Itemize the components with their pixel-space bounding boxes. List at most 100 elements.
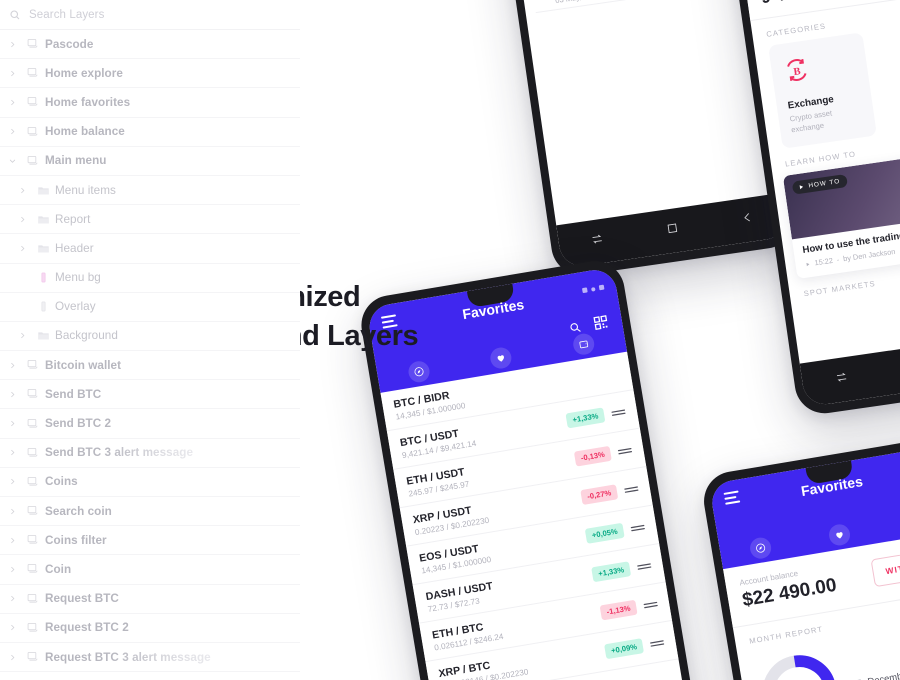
phone-mockup-balance: Favorites Account balance $22 490.00 WIT… (699, 434, 900, 680)
howto-badge: HOW TO (791, 174, 849, 195)
chevron-right-icon[interactable] (4, 653, 21, 662)
layer-row-request-btc-3-alert-message[interactable]: Request BTC 3 alert message (0, 643, 300, 673)
layer-row-header[interactable]: Header (0, 234, 300, 264)
chevron-down-icon[interactable] (4, 156, 21, 165)
transaction-row[interactable]: Recieve BTC03 May, 13:01+ 0.0715 BTC+ $6… (530, 0, 743, 14)
month-selector[interactable]: December (853, 668, 900, 680)
chevron-right-icon[interactable] (4, 594, 21, 603)
compass-icon[interactable] (407, 359, 432, 384)
layer-row-send-btc-2[interactable]: Send BTC 2 (0, 409, 300, 439)
layer-row-pascode[interactable]: Pascode (0, 30, 300, 60)
heart-icon[interactable] (827, 522, 853, 547)
artboard-icon (21, 66, 45, 80)
change-percent-badge: +0,05% (584, 522, 625, 544)
rectangle-gray-icon (31, 300, 55, 313)
layer-row-home-favorites[interactable]: Home favorites (0, 88, 300, 118)
change-percent-badge: -1,13% (599, 599, 638, 620)
layer-row-home-balance[interactable]: Home balance (0, 118, 300, 147)
layer-label: Request BTC 3 alert message (45, 650, 211, 664)
category-card-exchange[interactable]: B Exchange Crypto asset exchange (768, 32, 877, 149)
android-navbar (556, 192, 790, 269)
withdraw-button[interactable]: WITHDRAW (870, 546, 900, 588)
chevron-right-icon[interactable] (4, 40, 21, 49)
sparkline-icon (635, 560, 652, 572)
layer-rows-container: Pascode Home explore Home favorites Home ba… (0, 30, 300, 680)
sparkline-icon (641, 599, 658, 611)
compass-icon[interactable] (748, 535, 773, 560)
recents-icon[interactable] (589, 232, 604, 252)
chevron-right-icon[interactable] (4, 477, 21, 486)
transaction-list[interactable]: Send BTC11 July, 17:05- 0.043010 BTC- $3… (494, 0, 753, 14)
layer-row-bitcoin-wallet[interactable]: Bitcoin wallet (0, 351, 300, 381)
chevron-right-icon[interactable] (4, 448, 21, 457)
artboard-icon (21, 592, 45, 606)
chevron-right-icon[interactable] (4, 390, 21, 399)
layer-row-request-btc-2[interactable]: Request BTC 2 (0, 614, 300, 643)
layer-row-btc-address[interactable]: BTC Address (0, 672, 300, 680)
sparkline-icon (629, 522, 646, 534)
layer-label: Menu bg (55, 271, 101, 285)
layer-row-send-btc-3-alert-message[interactable]: Send BTC 3 alert message (0, 439, 300, 468)
play-small-icon (806, 262, 810, 266)
sparkline-icon (648, 637, 665, 649)
donut-chart (762, 655, 837, 680)
chevron-right-icon[interactable] (4, 623, 21, 632)
layer-label: Header (55, 241, 94, 255)
layer-label: Background (55, 329, 118, 343)
layer-row-coins-filter[interactable]: Coins filter (0, 526, 300, 556)
change-percent-badge: +1,33% (565, 406, 606, 428)
chevron-right-icon[interactable] (14, 186, 31, 195)
chevron-right-icon[interactable] (14, 215, 31, 224)
layer-row-request-btc[interactable]: Request BTC (0, 585, 300, 614)
layer-label: Request BTC (45, 592, 119, 606)
layer-row-send-btc[interactable]: Send BTC (0, 380, 300, 410)
layer-label: Coins (45, 475, 78, 489)
chevron-right-icon[interactable] (4, 69, 21, 78)
layer-label: Send BTC (45, 387, 102, 401)
artboard-icon (21, 417, 45, 431)
artboard-icon (21, 37, 45, 51)
layer-row-home-explore[interactable]: Home explore (0, 59, 300, 89)
layer-label: Report (55, 212, 91, 226)
layer-row-report[interactable]: Report (0, 205, 300, 235)
layers-panel: Search Layers Pascode Home explore Home fa… (0, 0, 300, 680)
layer-row-overlay[interactable]: Overlay (0, 293, 300, 322)
layer-label: Home balance (45, 125, 125, 139)
chevron-right-icon[interactable] (4, 127, 21, 136)
layer-row-main-menu[interactable]: Main menu (0, 147, 300, 176)
svg-text:B: B (793, 66, 802, 78)
layer-row-coin[interactable]: Coin (0, 555, 300, 585)
layer-label: Main menu (45, 154, 107, 168)
artboard-icon (21, 95, 45, 109)
favorites-pair-list[interactable]: BTC / BIDR 14,345 / $1.000000 BTC / USDT 9,… (380, 351, 679, 680)
chevron-right-icon[interactable] (4, 536, 21, 545)
wallet-icon[interactable] (571, 331, 596, 356)
back-icon[interactable] (741, 210, 756, 230)
layer-row-menu-bg[interactable]: Menu bg (0, 264, 300, 293)
change-percent-badge: +1,33% (591, 560, 632, 582)
layer-row-menu-items[interactable]: Menu items (0, 176, 300, 206)
chevron-right-icon[interactable] (4, 507, 21, 516)
heart-icon[interactable] (489, 345, 514, 370)
screen-title: Favorites (799, 472, 864, 500)
layer-label: Pascode (45, 37, 94, 51)
layer-row-coins[interactable]: Coins (0, 468, 300, 497)
chevron-right-icon[interactable] (4, 565, 21, 574)
chevron-right-icon[interactable] (4, 419, 21, 428)
layer-row-search-coin[interactable]: Search coin (0, 497, 300, 527)
artboard-icon (21, 562, 45, 576)
chevron-right-icon[interactable] (4, 98, 21, 107)
search-input[interactable]: Search Layers (29, 9, 104, 21)
layer-row-background[interactable]: Background (0, 322, 300, 352)
home-icon[interactable] (665, 221, 680, 241)
chevron-right-icon[interactable] (4, 361, 21, 370)
change-percent-badge: -0,13% (573, 445, 612, 467)
sparkline-icon (616, 445, 633, 457)
chevron-right-icon[interactable] (14, 244, 31, 253)
search-layers-row[interactable]: Search Layers (0, 0, 300, 30)
layer-label: Coins filter (45, 533, 107, 547)
layer-label: Overlay (55, 300, 96, 314)
recents-icon[interactable] (834, 370, 849, 390)
layer-label: Menu items (55, 183, 116, 197)
chevron-right-icon[interactable] (14, 331, 31, 340)
